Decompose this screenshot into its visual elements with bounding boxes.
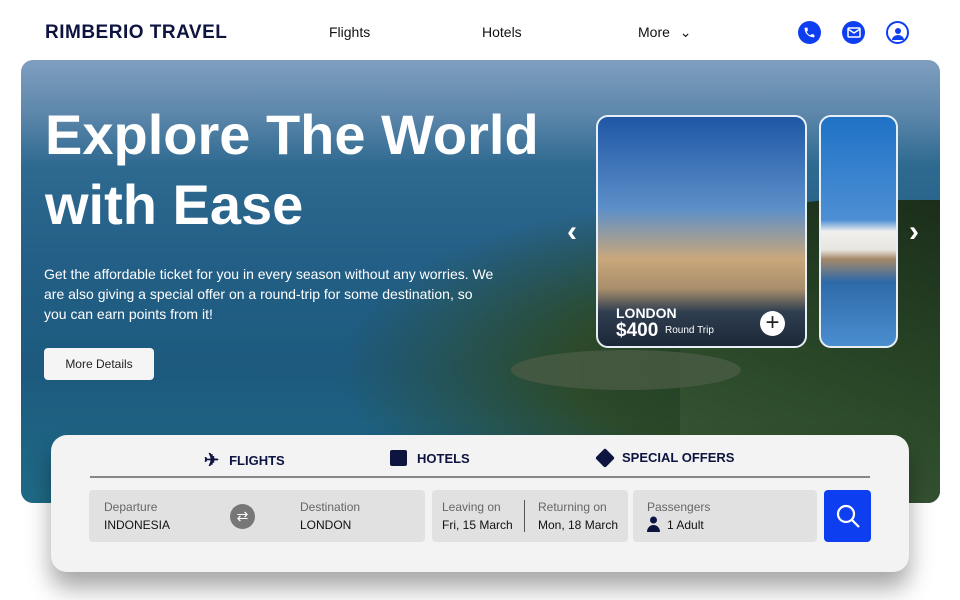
nav-hotels[interactable]: Hotels: [482, 24, 522, 40]
destination-card-sydney[interactable]: [819, 115, 898, 348]
tab-flights[interactable]: ✈ FLIGHTS: [204, 450, 285, 471]
carousel-next-icon[interactable]: ›: [909, 215, 919, 249]
airplane-icon: ✈: [204, 450, 220, 470]
tab-label: FLIGHTS: [229, 453, 285, 468]
card-trip-type: Round Trip: [665, 325, 714, 336]
chevron-down-icon: ⌄: [679, 24, 692, 40]
more-details-button[interactable]: More Details: [44, 348, 154, 380]
hero-subtitle: Get the affordable ticket for you in eve…: [44, 266, 494, 322]
destination-label: Destination: [300, 500, 361, 514]
tab-label: HOTELS: [417, 450, 470, 466]
brand-logo[interactable]: RIMBERIO TRAVEL: [45, 22, 227, 44]
user-icon[interactable]: [886, 21, 909, 44]
nav-flights[interactable]: Flights: [329, 24, 370, 40]
passengers-field[interactable]: Passengers 1 Adult: [633, 490, 817, 542]
tab-hotels[interactable]: HOTELS: [390, 450, 470, 466]
returning-label: Returning on: [538, 500, 607, 514]
tab-label: SPECIAL OFFERS: [622, 450, 735, 465]
passengers-label: Passengers: [647, 500, 711, 514]
search-panel: ✈ FLIGHTS HOTELS SPECIAL OFFERS Departure…: [51, 435, 909, 572]
returning-value[interactable]: Mon, 18 March: [538, 518, 618, 532]
card-price: $400: [616, 320, 659, 341]
destination-value[interactable]: LONDON: [300, 518, 351, 532]
person-icon: [647, 516, 660, 537]
add-icon[interactable]: +: [760, 311, 785, 336]
search-button[interactable]: [824, 490, 871, 542]
hero-title: Explore The World with Ease: [45, 103, 539, 236]
route-field[interactable]: Departure INDONESIA ⇄ Destination LONDON: [89, 490, 425, 542]
carousel-prev-icon[interactable]: ‹: [567, 215, 577, 249]
tab-divider: [90, 476, 870, 478]
top-nav: RIMBERIO TRAVEL Flights Hotels More ⌄: [0, 0, 960, 62]
tag-icon: [595, 447, 615, 468]
leaving-label: Leaving on: [442, 500, 501, 514]
search-icon: [836, 504, 860, 528]
swap-icon[interactable]: ⇄: [230, 504, 255, 529]
hotel-icon: [390, 450, 407, 466]
dates-divider: [524, 500, 525, 532]
departure-value[interactable]: INDONESIA: [104, 518, 170, 532]
destination-card-london[interactable]: LONDON $400 Round Trip +: [596, 115, 807, 348]
tab-special-offers[interactable]: SPECIAL OFFERS: [595, 447, 735, 468]
phone-icon[interactable]: [798, 21, 821, 44]
card-city: LONDON: [616, 305, 677, 321]
mail-icon[interactable]: [842, 21, 865, 44]
passengers-value[interactable]: 1 Adult: [667, 518, 704, 532]
dates-field[interactable]: Leaving on Fri, 15 March Returning on Mo…: [432, 490, 628, 542]
nav-more[interactable]: More ⌄: [638, 24, 692, 41]
hero-bg-island: [511, 350, 741, 390]
nav-more-label: More: [638, 24, 670, 40]
leaving-value[interactable]: Fri, 15 March: [442, 518, 513, 532]
departure-label: Departure: [104, 500, 158, 514]
